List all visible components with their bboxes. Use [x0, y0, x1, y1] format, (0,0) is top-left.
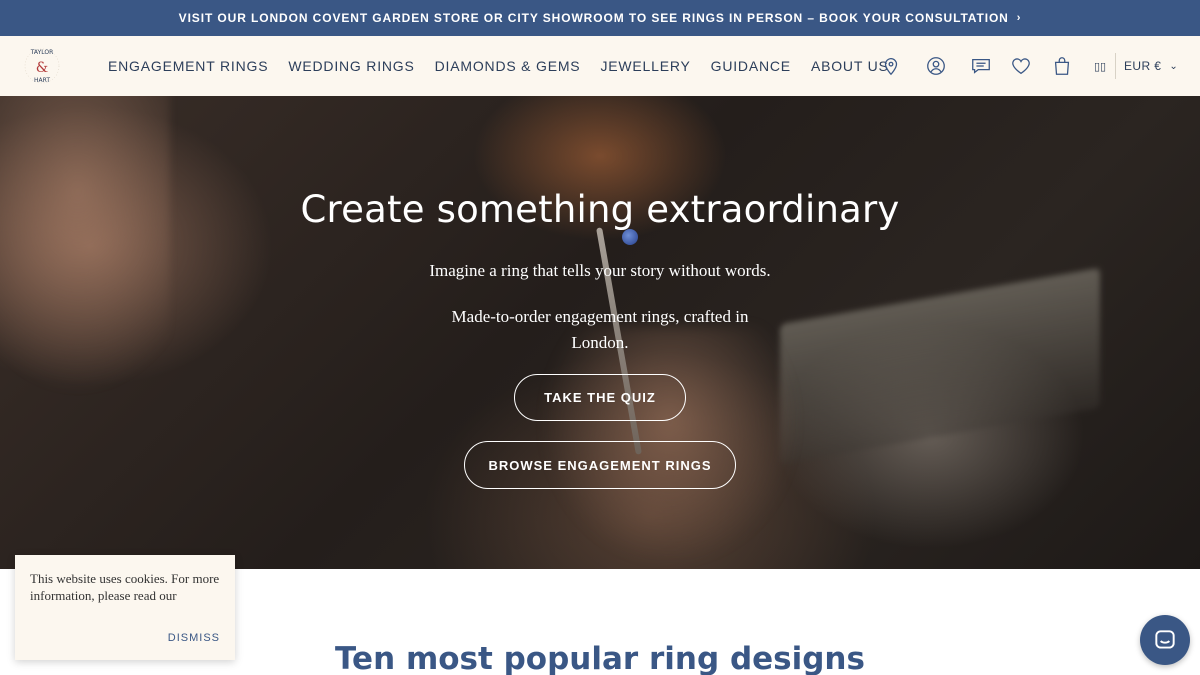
nav-diamonds-gems[interactable]: DIAMONDS & GEMS	[435, 58, 581, 74]
location-icon[interactable]	[880, 55, 902, 77]
cookie-dismiss-button[interactable]: DISMISS	[168, 632, 220, 644]
main-nav: ENGAGEMENT RINGS WEDDING RINGS DIAMONDS …	[108, 36, 909, 96]
nav-about-us[interactable]: ABOUT US	[811, 58, 889, 74]
nav-engagement-rings[interactable]: ENGAGEMENT RINGS	[108, 58, 268, 74]
chevron-down-icon: ⌄	[1169, 60, 1179, 72]
hero-banner: Create something extraordinary Imagine a…	[0, 96, 1200, 569]
browse-engagement-rings-button[interactable]: BROWSE ENGAGEMENT RINGS	[464, 441, 736, 489]
account-icon[interactable]	[925, 55, 947, 77]
bag-icon[interactable]	[1051, 55, 1073, 77]
announcement-text[interactable]: VISIT OUR LONDON COVENT GARDEN STORE OR …	[179, 11, 1009, 25]
chat-launcher-button[interactable]	[1140, 615, 1190, 665]
brand-logo[interactable]: TAYLOR HART &	[22, 46, 62, 86]
hero-subtitle: Imagine a ring that tells your story wit…	[429, 261, 771, 280]
nav-guidance[interactable]: GUIDANCE	[711, 58, 791, 74]
svg-text:&: &	[36, 60, 48, 76]
hero-title: Create something extraordinary	[300, 188, 900, 231]
currency-label: EUR €	[1124, 59, 1162, 73]
currency-selector[interactable]: EUR € ⌄	[1124, 59, 1178, 73]
chat-bubble-icon	[1155, 630, 1175, 649]
site-header: TAYLOR HART & ENGAGEMENT RINGS WEDDING R…	[0, 36, 1200, 96]
cookie-banner: This website uses cookies. For more info…	[15, 555, 235, 660]
hero-description: Made-to-order engagement rings, crafted …	[451, 307, 749, 352]
cookie-text: This website uses cookies. For more info…	[30, 571, 220, 603]
header-divider	[1115, 53, 1116, 79]
nav-wedding-rings[interactable]: WEDDING RINGS	[288, 58, 414, 74]
svg-text:HART: HART	[34, 77, 50, 84]
svg-text:TAYLOR: TAYLOR	[30, 49, 54, 56]
nav-jewellery[interactable]: JEWELLERY	[600, 58, 690, 74]
take-quiz-button[interactable]: TAKE THE QUIZ	[514, 374, 686, 421]
heart-icon[interactable]	[1010, 55, 1032, 77]
chevron-right-icon: ›	[1016, 12, 1022, 24]
logo-icon: TAYLOR HART &	[24, 48, 60, 84]
announcement-bar[interactable]: VISIT OUR LONDON COVENT GARDEN STORE OR …	[0, 0, 1200, 36]
chat-icon[interactable]	[970, 55, 992, 77]
hero-content: Create something extraordinary Imagine a…	[0, 96, 1200, 569]
flag-icon[interactable]: ▯▯	[1094, 60, 1106, 73]
